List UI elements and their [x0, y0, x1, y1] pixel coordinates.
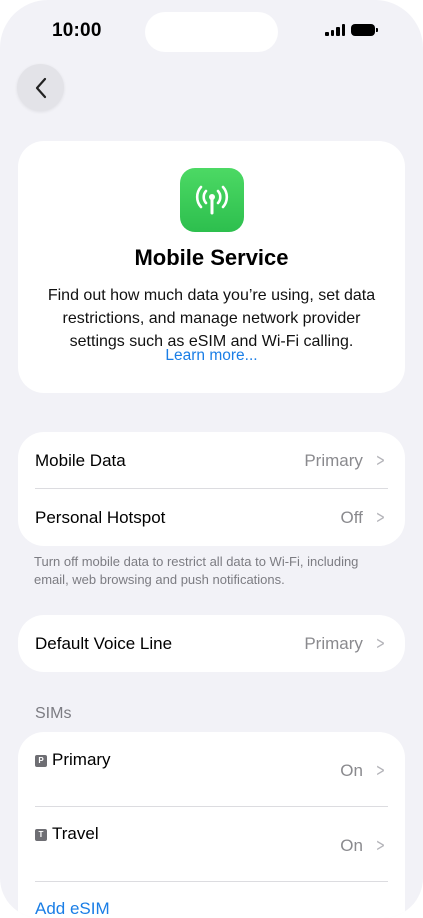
sim-status: On	[340, 835, 363, 855]
row-label: Mobile Data	[35, 450, 126, 470]
default-voice-line-row[interactable]: Default Voice Line Primary >	[35, 615, 388, 672]
row-value: Primary	[304, 450, 363, 470]
mobile-data-footnote: Turn off mobile data to restrict all dat…	[34, 554, 359, 587]
sim-name: Travel	[52, 824, 99, 843]
chevron-right-icon: >	[375, 450, 385, 471]
phone-screen: 10:00 Mobile Service Find out how much d…	[0, 0, 423, 918]
add-esim-button[interactable]: Add eSIM	[35, 899, 110, 918]
row-label: Default Voice Line	[35, 633, 173, 653]
status-icons	[325, 24, 378, 36]
chevron-right-icon: >	[375, 760, 385, 781]
antenna-icon	[180, 168, 244, 232]
chevron-right-icon: >	[375, 835, 385, 856]
sim-badge: T	[35, 828, 47, 841]
mobile-service-card: Mobile Service Find out how much data yo…	[18, 141, 405, 393]
personal-hotspot-row[interactable]: Personal Hotspot Off >	[35, 489, 388, 546]
row-label: Personal Hotspot	[35, 507, 166, 527]
battery-icon	[351, 24, 378, 36]
back-button[interactable]	[17, 64, 64, 111]
voice-settings-group: Default Voice Line Primary >	[18, 615, 405, 672]
chevron-left-icon	[35, 77, 46, 98]
description-text: Find out how much data you’re using, set…	[47, 287, 376, 350]
page-title: Mobile Service	[134, 245, 289, 270]
dynamic-island	[145, 12, 278, 52]
sim-row-travel[interactable]: T Travel On >	[18, 807, 405, 881]
divider	[35, 881, 388, 882]
row-value: Primary	[304, 633, 363, 653]
sim-name: Primary	[52, 750, 111, 769]
data-settings-group: Mobile Data Primary > Personal Hotspot Of…	[18, 432, 405, 546]
row-value: Off	[340, 507, 363, 527]
sim-badge: P	[35, 754, 47, 767]
sim-status: On	[340, 760, 363, 780]
signal-icon	[325, 24, 345, 36]
sims-group: P Primary On > T Travel On >	[18, 732, 405, 918]
sim-row-primary[interactable]: P Primary On >	[18, 732, 405, 806]
chevron-right-icon: >	[375, 507, 385, 528]
sims-section-header: SIMs	[35, 705, 72, 722]
mobile-data-row[interactable]: Mobile Data Primary >	[35, 432, 388, 489]
status-time: 10:00	[52, 20, 102, 41]
learn-more-link[interactable]: Learn more...	[18, 347, 405, 365]
chevron-right-icon: >	[375, 633, 385, 654]
